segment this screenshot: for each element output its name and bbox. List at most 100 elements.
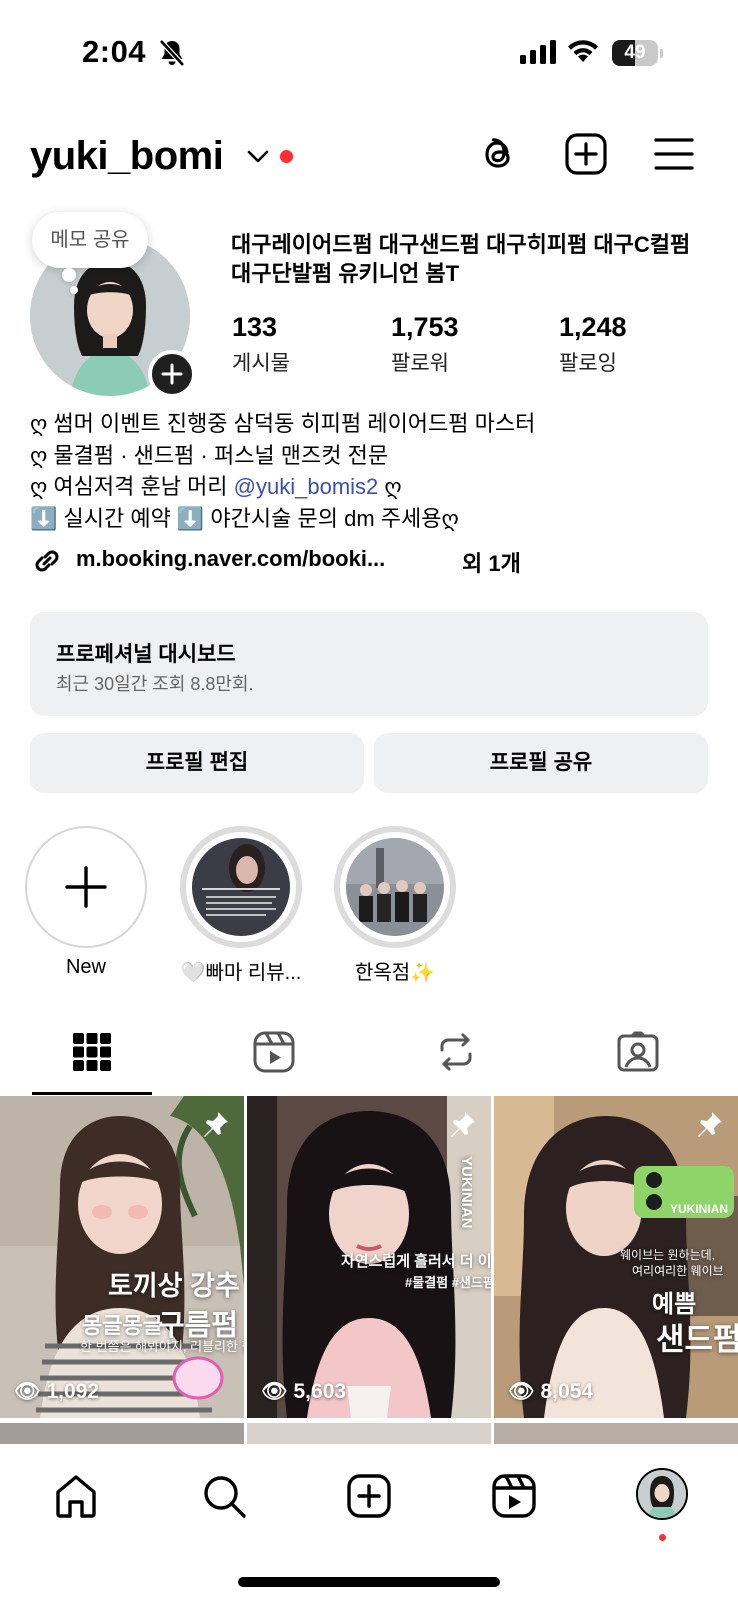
highlight-label: 🤍빠마 리뷰...: [180, 962, 302, 984]
tab-reels[interactable]: [212, 1020, 336, 1096]
stat-followers[interactable]: 1,753 팔로워: [391, 312, 459, 377]
dashboard-subtitle: 최근 30일간 조회 8.8만회.: [56, 674, 254, 694]
profile-link[interactable]: m.booking.naver.com/booki... 외 1개: [30, 542, 710, 578]
create-post-icon[interactable]: [564, 132, 608, 176]
create-icon: [347, 1474, 391, 1518]
tab-tagged[interactable]: [576, 1020, 700, 1096]
bio-mention-link[interactable]: @yuki_bomis2: [234, 474, 379, 499]
post-caption-small: 한 번쯤은 해봐야지, 러블리한 펌: [80, 1339, 244, 1354]
stat-following-label: 팔로잉: [559, 352, 617, 375]
link-url[interactable]: m.booking.naver.com/booki...: [76, 546, 385, 572]
post-views: 👁 5,603: [261, 1380, 347, 1403]
bio-line: ღ 물결펌 · 샌드펌 · 퍼스널 맨즈컷 전문: [30, 442, 389, 468]
wifi-icon: [568, 40, 598, 62]
stat-followers-label: 팔로워: [391, 352, 449, 375]
battery-indicator: 49: [612, 40, 664, 66]
plus-icon: [161, 363, 183, 385]
nav-profile-avatar[interactable]: [636, 1468, 688, 1520]
notification-dot: [280, 150, 293, 163]
bio-line: ღ 썸머 이벤트 진행중 삼덕동 히피펌 레이어드펌 마스터: [30, 411, 536, 436]
tab-grid[interactable]: [30, 1020, 154, 1096]
nav-search[interactable]: [194, 1466, 254, 1526]
add-story-button[interactable]: [148, 350, 196, 398]
stat-following-count: 1,248: [559, 312, 627, 342]
highlight-cover[interactable]: [180, 826, 302, 948]
note-bubble[interactable]: 메모 공유: [32, 212, 148, 268]
profile-bio: ღ 썸머 이벤트 진행중 삼덕동 히피펌 레이어드펌 마스터 ღ 물결펌 · 샌…: [30, 408, 710, 534]
post-thumbnail[interactable]: [0, 1423, 244, 1444]
reels-icon: [492, 1474, 536, 1518]
profile-header: yuki_bomi: [0, 120, 738, 190]
post-caption-title: 토끼상 강추: [108, 1271, 240, 1301]
highlight-new-circle[interactable]: [25, 826, 147, 948]
stat-posts-count: 133: [232, 312, 278, 342]
threads-icon[interactable]: [476, 132, 520, 176]
edit-profile-button[interactable]: 프로필 편집: [30, 733, 364, 793]
profile-category: 대구레이어드펌 대구샌드펌 대구히피펌 대구C컬펌 대구단발펌 유키니언 봄T: [231, 232, 691, 286]
link-more[interactable]: 외 1개: [462, 546, 521, 578]
repost-icon: [440, 1033, 472, 1071]
bio-text: ღ: [378, 474, 402, 499]
pin-icon: [204, 1112, 228, 1137]
post-thumbnail[interactable]: 토끼상 강추 몽글몽글 구름펌 한 번쯤은 해봐야지, 러블리한 펌 👁 1,0…: [0, 1096, 244, 1418]
bio-text: ღ 여심저격 훈남 머리: [30, 474, 234, 499]
link-icon: [35, 550, 59, 572]
tagged-icon: [617, 1031, 659, 1072]
stat-posts[interactable]: 133 게시물: [232, 312, 290, 377]
dashboard-title: 프로페셔널 대시보드: [56, 643, 236, 666]
highlight-cover[interactable]: [334, 826, 456, 948]
post-views-count: 8,054: [540, 1380, 594, 1403]
stat-posts-label: 게시물: [232, 352, 290, 375]
plus-icon: [65, 866, 107, 908]
profile-notification-dot: [659, 1534, 666, 1541]
status-bar: 2:04 49: [0, 0, 738, 100]
active-tab-underline: [32, 1092, 152, 1095]
note-bubble-tail-small: [70, 286, 78, 294]
post-hashtags: #물결펌 #샌드펌: [405, 1275, 491, 1290]
post-thumbnail[interactable]: [494, 1423, 738, 1444]
home-icon: [56, 1475, 96, 1518]
bio-line: ღ 여심저격 훈남 머리 @yuki_bomis2 ღ: [30, 471, 710, 503]
highlight-label: 한옥점✨: [354, 962, 436, 984]
post-thumbnail[interactable]: YUKINIAN 웨이브는 원하는데, 여리여리한 웨이브 예쁨 샌드펌 👁 8…: [494, 1096, 738, 1418]
reels-icon: [253, 1031, 295, 1073]
post-caption-small: 웨이브는 원하는데,: [620, 1248, 715, 1262]
post-thumbnail[interactable]: YUKINIAN 자연스럽게 흘러서 더 이쁜 #물결펌 #샌드펌 👁 5,60…: [247, 1096, 491, 1418]
pin-icon: [451, 1112, 475, 1137]
stat-followers-count: 1,753: [391, 312, 459, 342]
post-caption: 자연스럽게 흘러서 더 이쁜: [341, 1253, 491, 1270]
tab-reposts[interactable]: [394, 1020, 518, 1096]
profile-tabs: [0, 1020, 738, 1096]
search-icon: [204, 1476, 246, 1518]
account-switcher-username[interactable]: yuki_bomi: [30, 134, 224, 179]
nav-home[interactable]: [46, 1466, 106, 1526]
bio-line: ⬇️ 실시간 예약 ⬇️ 야간시술 문의 dm 주세용ღ: [30, 505, 459, 531]
post-brand: YUKINIAN: [458, 1156, 475, 1229]
share-profile-button[interactable]: 프로필 공유: [374, 733, 708, 793]
grid-icon: [73, 1033, 111, 1071]
posts-grid: 토끼상 강추 몽글몽글 구름펌 한 번쯤은 해봐야지, 러블리한 펌 👁 1,0…: [0, 1096, 738, 1444]
post-caption-small: 여리여리한 웨이브: [632, 1264, 724, 1278]
stat-following[interactable]: 1,248 팔로잉: [559, 312, 627, 377]
home-indicator: [238, 1577, 500, 1587]
battery-percent: 49: [624, 42, 646, 63]
pin-icon: [698, 1112, 722, 1137]
chevron-down-icon[interactable]: [246, 146, 270, 166]
nav-create[interactable]: [339, 1466, 399, 1526]
post-thumbnail[interactable]: [247, 1423, 491, 1444]
nav-reels[interactable]: [484, 1466, 544, 1526]
post-views: 👁 8,054: [508, 1380, 594, 1403]
highlight-label: New: [65, 956, 106, 978]
highlight-hanok[interactable]: 한옥점✨: [334, 826, 456, 985]
cellular-signal-icon: [520, 40, 556, 64]
status-time: 2:04: [82, 34, 147, 69]
highlight-review[interactable]: 🤍빠마 리뷰...: [180, 826, 302, 985]
bell-off-icon: [159, 39, 185, 67]
post-caption-emphasis: 샌드펌: [656, 1322, 738, 1357]
menu-icon[interactable]: [652, 132, 696, 176]
post-brand: YUKINIAN: [670, 1202, 729, 1216]
note-bubble-tail: [62, 268, 76, 282]
post-views: 👁 1,092: [14, 1380, 100, 1403]
professional-dashboard[interactable]: 프로페셔널 대시보드 최근 30일간 조회 8.8만회.: [30, 612, 708, 716]
highlight-new[interactable]: New: [25, 826, 147, 979]
